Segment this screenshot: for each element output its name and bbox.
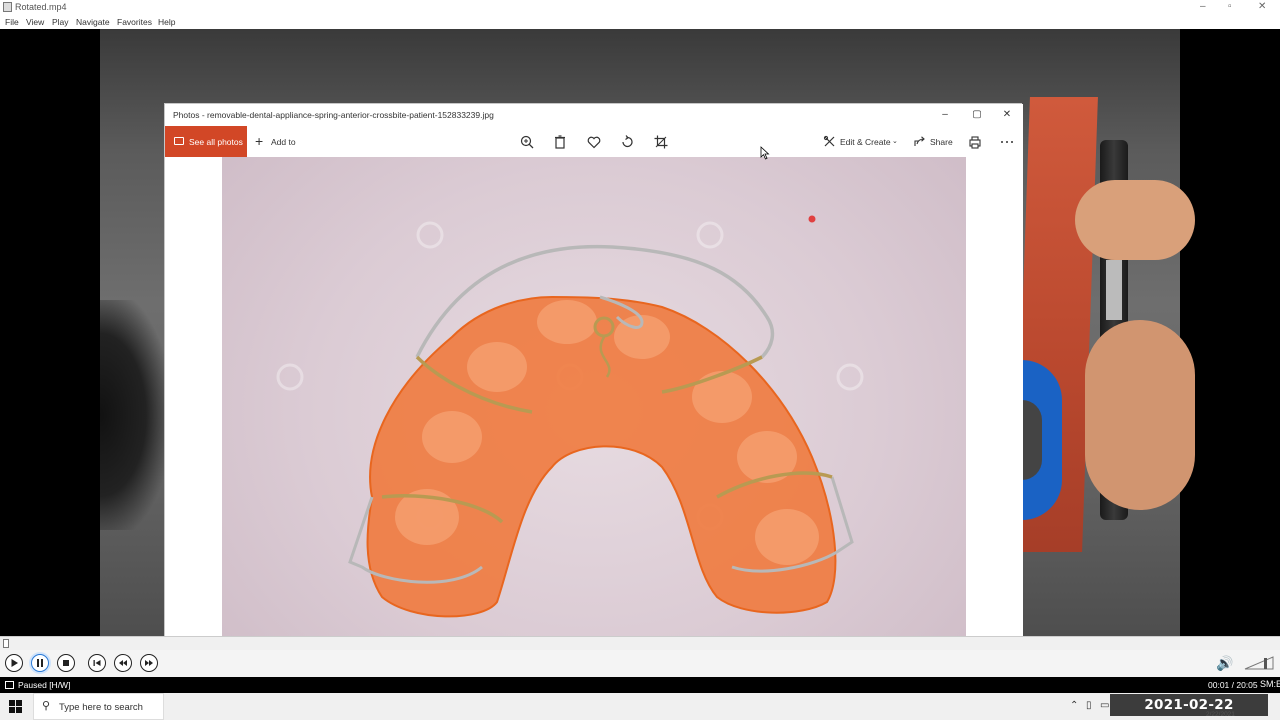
menu-play[interactable]: Play xyxy=(52,17,69,27)
playback-status: Paused [H/W] xyxy=(18,680,71,690)
rotate-icon[interactable] xyxy=(617,132,637,152)
share-button[interactable]: Share xyxy=(912,126,956,157)
edit-create-icon xyxy=(823,135,835,147)
windows-taskbar: ⚲ Type here to search ⌃ ▯ ▭ xyxy=(0,693,1280,720)
taskbar-search-input[interactable]: ⚲ Type here to search xyxy=(33,693,164,720)
search-icon: ⚲ xyxy=(42,700,51,712)
see-all-photos-button[interactable]: See all photos xyxy=(165,126,247,157)
fast-forward-button[interactable] xyxy=(140,654,158,672)
share-icon xyxy=(914,136,925,146)
search-placeholder: Type here to search xyxy=(59,702,143,713)
zoom-icon[interactable] xyxy=(517,132,537,152)
stop-button[interactable] xyxy=(57,654,75,672)
see-all-photos-label: See all photos xyxy=(189,137,243,147)
menu-view[interactable]: View xyxy=(26,17,44,27)
menu-navigate[interactable]: Navigate xyxy=(76,17,110,27)
plus-icon: + xyxy=(255,133,264,149)
playback-time: 00:01 / 20:05 xyxy=(1208,680,1258,690)
photos-minimize-button[interactable]: – xyxy=(938,108,952,122)
screen: Rotated.mp4 – ▫ ✕ File View Play Navigat… xyxy=(0,0,1280,720)
video-background-object xyxy=(100,300,165,530)
photos-titlebar: Photos - removable-dental-appliance-spri… xyxy=(165,104,1023,126)
pause-button[interactable] xyxy=(31,654,49,672)
player-minimize-button[interactable]: – xyxy=(1200,1,1206,12)
player-title: Rotated.mp4 xyxy=(15,2,67,12)
player-titlebar: Rotated.mp4 – ▫ ✕ xyxy=(0,0,1280,15)
volume-icon[interactable]: 🔊 xyxy=(1216,655,1233,672)
player-app-icon xyxy=(3,2,12,12)
player-maximize-button[interactable]: ▫ xyxy=(1228,1,1232,12)
video-blue-tape xyxy=(1022,360,1062,520)
photos-window: Photos - removable-dental-appliance-spri… xyxy=(164,103,1023,720)
seek-thumb[interactable] xyxy=(3,639,9,648)
play-button[interactable] xyxy=(5,654,23,672)
edit-create-label: Edit & Create xyxy=(840,137,891,147)
status-icon xyxy=(5,681,14,689)
menu-favorites[interactable]: Favorites xyxy=(117,17,152,27)
volume-slider[interactable] xyxy=(1244,656,1274,670)
menu-help[interactable]: Help xyxy=(158,17,175,27)
previous-button[interactable] xyxy=(88,654,106,672)
print-icon[interactable] xyxy=(965,132,985,152)
player-controls: 🔊 xyxy=(0,650,1280,677)
photos-title: Photos - removable-dental-appliance-spri… xyxy=(173,110,494,120)
video-hand xyxy=(1075,180,1195,260)
favorite-icon[interactable] xyxy=(584,132,604,152)
windows-start-icon[interactable] xyxy=(9,700,22,713)
add-to-label: Add to xyxy=(271,137,296,147)
player-close-button[interactable]: ✕ xyxy=(1258,1,1266,12)
photos-icon xyxy=(174,137,184,145)
menu-file[interactable]: File xyxy=(5,17,19,27)
share-label: Share xyxy=(930,137,953,147)
rewind-button[interactable] xyxy=(114,654,132,672)
photos-toolbar: See all photos + Add to Edit & Create ⌄ … xyxy=(165,126,1023,157)
tray-device-icon[interactable]: ▯ xyxy=(1086,700,1092,711)
video-hand-lower xyxy=(1085,320,1195,510)
photos-close-button[interactable]: ✕ xyxy=(1000,108,1014,122)
taskbar-date: 2/22/2021 xyxy=(1206,711,1235,718)
player-menubar: File View Play Navigate Favorites Help xyxy=(0,15,1280,29)
photos-maximize-button[interactable]: ▢ xyxy=(970,108,984,122)
tray-chevron-up-icon[interactable]: ⌃ xyxy=(1070,700,1078,711)
recording-timestamp-overlay: 2021-02-22 09:47:22 xyxy=(1110,694,1268,720)
edit-create-button[interactable]: Edit & Create ⌄ xyxy=(822,126,902,157)
size-label: SM:E xyxy=(1260,679,1280,689)
chevron-down-icon: ⌄ xyxy=(892,138,898,145)
more-options-icon[interactable] xyxy=(997,132,1017,152)
crop-icon[interactable] xyxy=(651,132,671,152)
player-status-bar: Paused [H/W] 00:01 / 20:05 SM:E xyxy=(0,677,1280,693)
mouse-cursor-icon xyxy=(760,146,770,160)
tray-network-icon[interactable]: ▭ xyxy=(1100,700,1109,711)
delete-icon[interactable] xyxy=(550,132,570,152)
seek-bar[interactable] xyxy=(0,636,1280,650)
